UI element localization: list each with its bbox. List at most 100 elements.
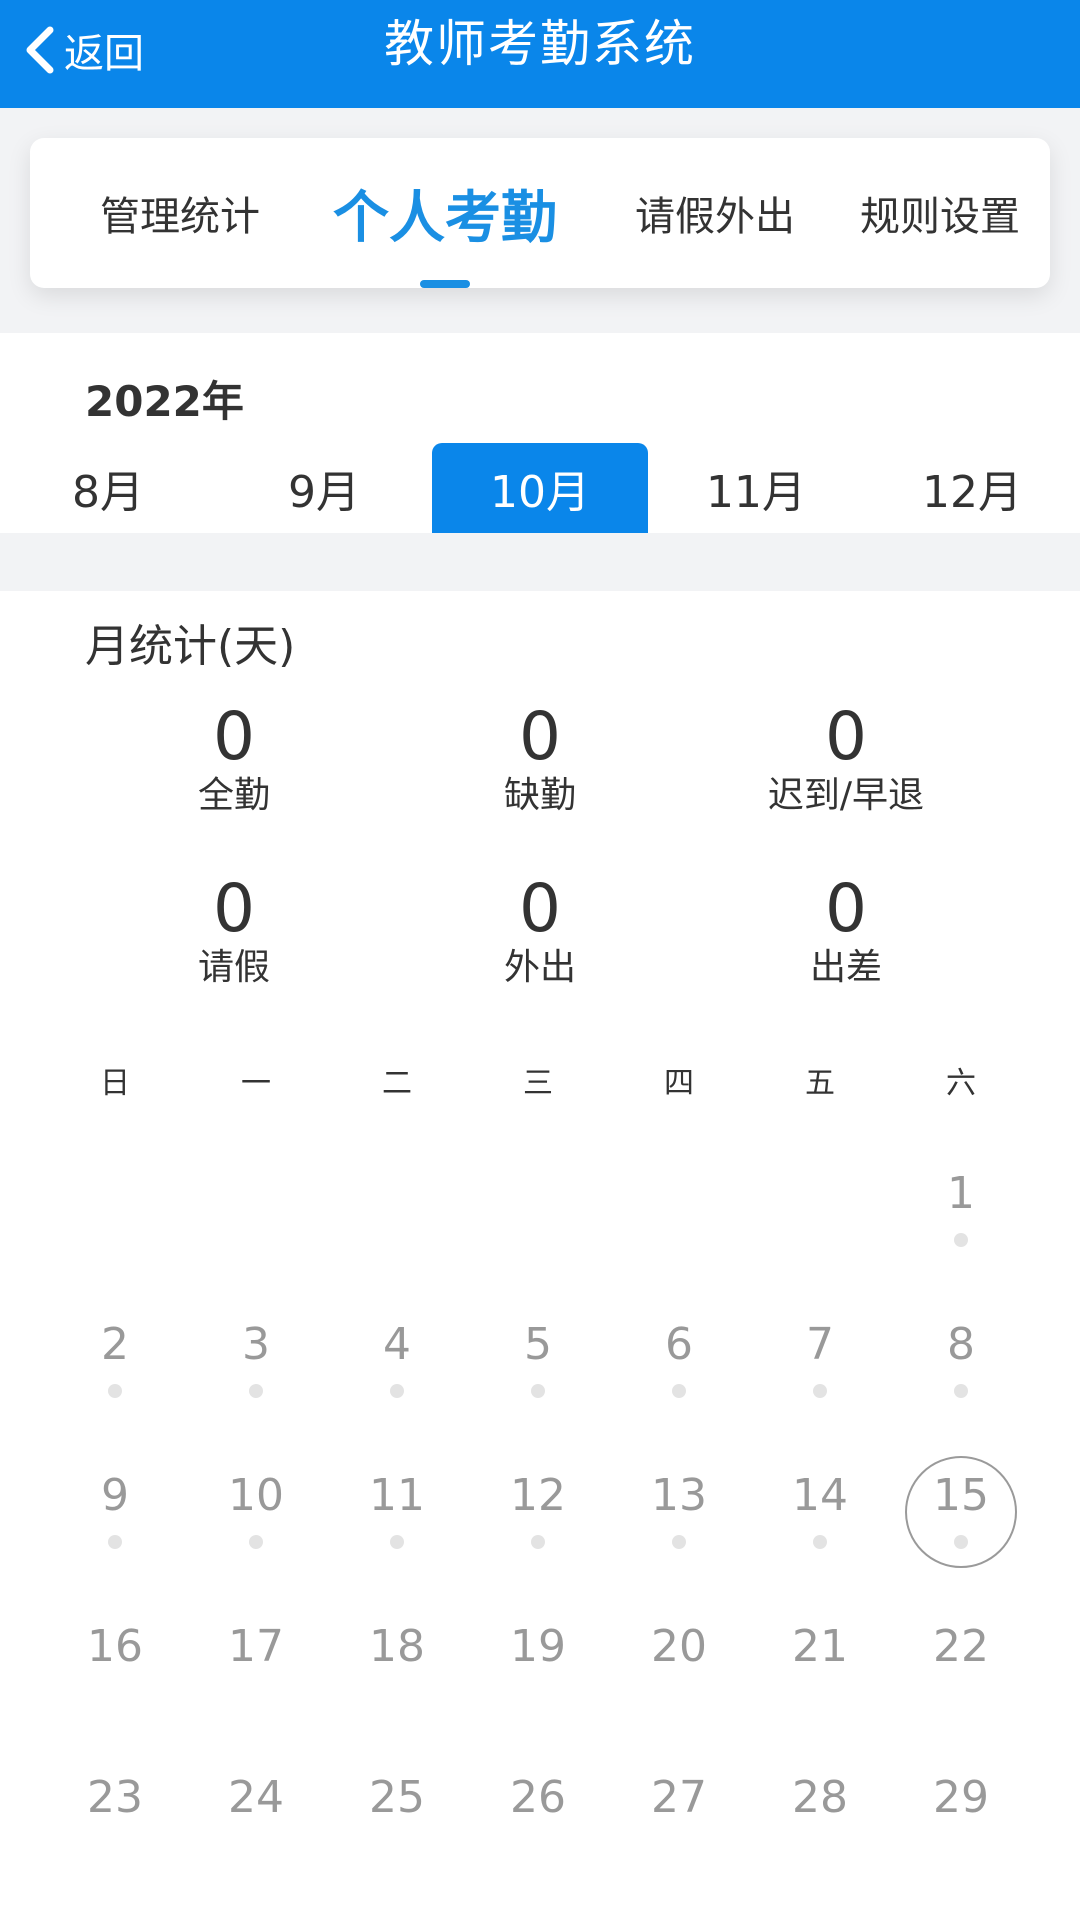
top-bar: 返回 教师考勤系统 [0, 0, 1080, 108]
calendar-day[interactable]: 17 [196, 1603, 316, 1723]
calendar-day[interactable]: 29 [901, 1754, 1021, 1874]
calendar-day-number: 9 [101, 1470, 129, 1521]
calendar-day-number: 19 [510, 1621, 566, 1672]
tab-leave-outing[interactable]: 请假外出 [590, 138, 840, 288]
month-item-11[interactable]: 11月 [648, 443, 864, 533]
weekday-fri: 五 [805, 1066, 835, 1101]
calendar-day[interactable]: 13 [619, 1452, 739, 1572]
calendar-day-number: 4 [383, 1319, 411, 1370]
calendar-day-number: 17 [228, 1621, 284, 1672]
calendar-day[interactable]: 7 [760, 1301, 880, 1421]
tab-bar: 管理统计 个人考勤 请假外出 规则设置 [30, 138, 1050, 288]
attendance-dot [249, 1384, 263, 1398]
calendar-day-number: 23 [87, 1772, 143, 1823]
calendar-day[interactable]: 24 [196, 1754, 316, 1874]
calendar-day[interactable]: 5 [478, 1301, 598, 1421]
calendar-day[interactable]: 19 [478, 1603, 598, 1723]
stat-absence: 0 缺勤 [410, 700, 670, 818]
stat-value: 0 [213, 698, 255, 775]
month-item-10[interactable]: 10月 [432, 443, 648, 533]
calendar-day-number: 10 [228, 1470, 284, 1521]
stat-label: 外出 [503, 947, 576, 988]
calendar-day[interactable]: 21 [760, 1603, 880, 1723]
stat-leave: 0 请假 [104, 872, 364, 990]
calendar-day[interactable]: 8 [901, 1301, 1021, 1421]
tabs-band: 管理统计 个人考勤 请假外出 规则设置 [0, 108, 1080, 333]
tab-rule-settings[interactable]: 规则设置 [830, 138, 1050, 288]
attendance-dot [813, 1535, 827, 1549]
weekday-thu: 四 [664, 1066, 694, 1101]
calendar-day[interactable]: 1 [901, 1150, 1021, 1270]
month-item-12[interactable]: 12月 [864, 443, 1080, 533]
stat-outing: 0 外出 [410, 872, 670, 990]
stat-late-early: 0 迟到/早退 [716, 700, 976, 818]
month-item-8[interactable]: 8月 [0, 443, 216, 533]
active-tab-indicator [420, 280, 470, 288]
calendar-day[interactable]: 12 [478, 1452, 598, 1572]
calendar-day-number: 5 [524, 1319, 552, 1370]
calendar-day-number: 27 [651, 1772, 707, 1823]
stat-full-attendance: 0 全勤 [104, 700, 364, 818]
attendance-dot [672, 1384, 686, 1398]
calendar-day-number: 3 [242, 1319, 270, 1370]
year-label: 2022年 [85, 377, 244, 426]
stat-label: 缺勤 [503, 775, 576, 816]
attendance-dot [954, 1535, 968, 1549]
calendar-day-today[interactable]: 15 [901, 1452, 1021, 1572]
calendar-day[interactable]: 18 [337, 1603, 457, 1723]
calendar-day[interactable]: 3 [196, 1301, 316, 1421]
calendar-day[interactable]: 10 [196, 1452, 316, 1572]
weekday-mon: 一 [241, 1066, 271, 1101]
calendar-day-number: 1 [947, 1168, 975, 1219]
calendar-day-number: 21 [792, 1621, 848, 1672]
tab-personal-attendance[interactable]: 个人考勤 [300, 138, 590, 288]
calendar-day[interactable]: 16 [55, 1603, 175, 1723]
calendar-day-number: 13 [651, 1470, 707, 1521]
attendance-dot [672, 1535, 686, 1549]
attendance-dot [954, 1233, 968, 1247]
stat-label: 全勤 [197, 775, 270, 816]
calendar-day[interactable]: 25 [337, 1754, 457, 1874]
calendar-day[interactable]: 11 [337, 1452, 457, 1572]
calendar-day[interactable]: 27 [619, 1754, 739, 1874]
monthly-stats-title: 月统计(天) [85, 621, 296, 672]
attendance-dot [249, 1535, 263, 1549]
calendar-day-number: 2 [101, 1319, 129, 1370]
attendance-dot [390, 1384, 404, 1398]
calendar-day[interactable]: 4 [337, 1301, 457, 1421]
stat-value: 0 [825, 870, 867, 947]
section-divider [0, 533, 1080, 591]
calendar-day-number: 25 [369, 1772, 425, 1823]
attendance-dot [108, 1384, 122, 1398]
calendar-day-number: 20 [651, 1621, 707, 1672]
calendar-day[interactable]: 28 [760, 1754, 880, 1874]
stat-value: 0 [519, 698, 561, 775]
month-list: 8月 9月 10月 11月 12月 [0, 443, 1080, 533]
calendar-day-number: 18 [369, 1621, 425, 1672]
tab-management-stats[interactable]: 管理统计 [80, 138, 280, 288]
stat-business-trip: 0 出差 [716, 872, 976, 990]
calendar-day[interactable]: 2 [55, 1301, 175, 1421]
calendar-day-number: 8 [947, 1319, 975, 1370]
calendar-day[interactable]: 26 [478, 1754, 598, 1874]
month-selector: 2022年 8月 9月 10月 11月 12月 [0, 333, 1080, 533]
calendar-day-number: 26 [510, 1772, 566, 1823]
calendar-day-number: 28 [792, 1772, 848, 1823]
calendar-day-number: 14 [792, 1470, 848, 1521]
calendar-day-number: 6 [665, 1319, 693, 1370]
calendar-day[interactable]: 9 [55, 1452, 175, 1572]
attendance-dot [813, 1384, 827, 1398]
attendance-dot [531, 1535, 545, 1549]
calendar-day[interactable]: 20 [619, 1603, 739, 1723]
calendar-day[interactable]: 23 [55, 1754, 175, 1874]
stat-value: 0 [519, 870, 561, 947]
calendar-day-number: 15 [933, 1470, 989, 1521]
calendar-day[interactable]: 14 [760, 1452, 880, 1572]
stat-value: 0 [825, 698, 867, 775]
month-item-9[interactable]: 9月 [216, 443, 432, 533]
stat-label: 迟到/早退 [767, 775, 925, 816]
stat-label: 请假 [197, 947, 270, 988]
weekday-sun: 日 [100, 1066, 130, 1101]
calendar-day[interactable]: 6 [619, 1301, 739, 1421]
calendar-day[interactable]: 22 [901, 1603, 1021, 1723]
